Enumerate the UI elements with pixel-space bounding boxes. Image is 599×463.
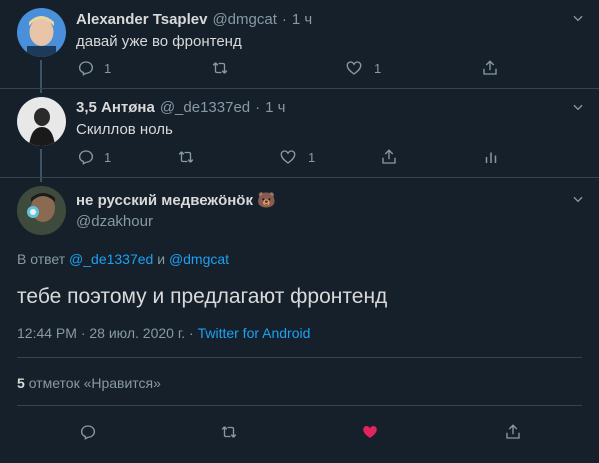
- author-name[interactable]: 3,5 Антøна: [76, 99, 155, 116]
- analytics-icon[interactable]: [479, 145, 503, 169]
- tweet-text: Скиллов ноль: [76, 121, 173, 138]
- avatar[interactable]: [17, 8, 66, 57]
- reply-button[interactable]: 1: [74, 145, 111, 169]
- tweet-source-link[interactable]: Twitter for Android: [198, 325, 311, 341]
- author-name[interactable]: Alexander Tsaplev: [76, 11, 207, 28]
- heart-icon: [276, 145, 300, 169]
- heart-icon: [342, 56, 366, 80]
- tweet-time[interactable]: 1 ч: [292, 11, 312, 28]
- likes-label: отметок «Нравится»: [28, 375, 161, 391]
- like-button[interactable]: 1: [276, 145, 315, 169]
- author-handle[interactable]: @dzakhour: [76, 213, 153, 230]
- divider: [17, 357, 582, 358]
- retweet-icon[interactable]: [174, 145, 198, 169]
- reply-and: и: [157, 251, 166, 267]
- reply-button[interactable]: 1: [74, 56, 111, 80]
- divider: [0, 177, 599, 178]
- reply-count: 1: [104, 149, 112, 165]
- heart-icon[interactable]: [358, 420, 382, 444]
- comment-icon[interactable]: [76, 420, 100, 444]
- author-handle[interactable]: @_de1337ed: [160, 99, 250, 116]
- like-count: 1: [374, 60, 382, 76]
- avatar[interactable]: [17, 97, 66, 146]
- separator: ·: [281, 11, 287, 28]
- reply-context: В ответ @_de1337ed и @dmgcat: [17, 251, 229, 267]
- tweet-text: давай уже во фронтенд: [76, 33, 242, 50]
- reply-mention-link[interactable]: @_de1337ed: [69, 251, 153, 267]
- tweet-timestamp[interactable]: 12:44 PM · 28 июл. 2020 г. ·: [17, 325, 194, 341]
- tweet-time[interactable]: 1 ч: [265, 99, 285, 116]
- like-button[interactable]: 1: [342, 56, 381, 80]
- separator: ·: [255, 99, 261, 116]
- divider: [17, 405, 582, 406]
- author-name[interactable]: не русский медвежöнöк 🐻: [76, 191, 276, 209]
- like-count: 1: [308, 149, 316, 165]
- reply-count: 1: [104, 60, 112, 76]
- comment-icon: [74, 145, 98, 169]
- chevron-down-icon[interactable]: [566, 187, 590, 211]
- reply-mention-link[interactable]: @dmgcat: [169, 251, 229, 267]
- chevron-down-icon[interactable]: [566, 95, 590, 119]
- share-icon[interactable]: [501, 420, 525, 444]
- chevron-down-icon[interactable]: [566, 6, 590, 30]
- share-icon[interactable]: [377, 145, 401, 169]
- author-handle[interactable]: @dmgcat: [212, 11, 276, 28]
- comment-icon: [74, 56, 98, 80]
- share-icon[interactable]: [478, 56, 502, 80]
- retweet-icon[interactable]: [217, 420, 241, 444]
- main-tweet-text: тебе поэтому и предлагают фронтенд: [17, 285, 388, 308]
- retweet-icon[interactable]: [208, 56, 232, 80]
- divider: [0, 88, 599, 89]
- likes-count: 5: [17, 375, 25, 391]
- likes-summary[interactable]: 5 отметок «Нравится»: [17, 375, 161, 391]
- avatar[interactable]: [17, 186, 66, 235]
- reply-prefix: В ответ: [17, 251, 66, 267]
